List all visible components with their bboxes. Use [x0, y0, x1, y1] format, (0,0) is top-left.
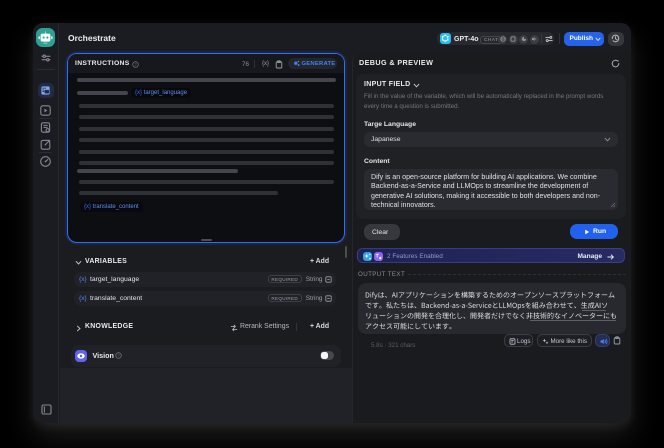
svg-text:?: ?	[117, 353, 120, 358]
svg-text:?: ?	[134, 62, 137, 67]
